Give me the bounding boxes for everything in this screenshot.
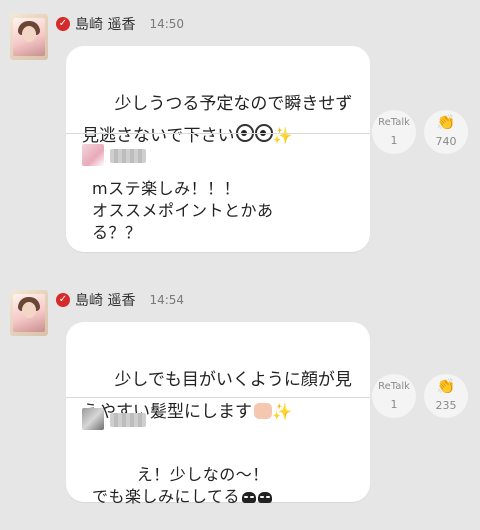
author-avatar[interactable] (10, 14, 48, 60)
message-text: 少しでも目がいくように顔が見 えやすい髪型にします ✨ (82, 370, 352, 422)
post-time: 14:50 (149, 17, 185, 31)
clap-button[interactable]: 👏 235 (424, 374, 468, 418)
retalk-button[interactable]: ReTalk 1 (372, 110, 416, 154)
face-emoji-icon (258, 492, 273, 503)
clap-count: 740 (435, 135, 457, 148)
reply-avatar (82, 144, 104, 166)
post-time: 14:54 (149, 293, 185, 307)
face-emoji-icon (242, 492, 257, 503)
sparkle-emoji-icon: ✨ (272, 402, 292, 421)
retalk-count: 1 (390, 133, 398, 147)
author-avatar[interactable] (10, 290, 48, 336)
thumbs-up-emoji-icon (254, 403, 272, 419)
clap-button[interactable]: 👏 740 (424, 110, 468, 154)
reply-text: え！少しなの〜！ でも楽しみにしてる (92, 442, 354, 530)
post-header: ✓ 島崎 遥香 14:50 (56, 12, 184, 36)
reply-username-redacted (110, 149, 146, 163)
retalk-icon: ReTalk (378, 116, 410, 128)
retalk-count: 1 (390, 397, 398, 411)
author-name[interactable]: 島崎 遥香 (75, 290, 135, 310)
reply-username-redacted (110, 413, 146, 427)
message-text: 少しうつる予定なので瞬きせず 見逃さないで下さい ✨ (82, 94, 353, 146)
reply-text: mステ楽しみ！！！ オススメポイントとかあ る？？ (92, 179, 274, 242)
verified-check-icon: ✓ (56, 293, 70, 307)
post-header: ✓ 島崎 遥香 14:54 (56, 288, 184, 312)
author-name[interactable]: 島崎 遥香 (75, 14, 135, 34)
reply-avatar (82, 408, 104, 430)
message-bubble: 少しうつる予定なので瞬きせず 見逃さないで下さい ✨ mステ楽しみ！！！ オススメポ… (66, 46, 370, 252)
clap-count: 235 (435, 399, 457, 412)
clap-icon: 👏 (436, 377, 456, 395)
divider (66, 397, 370, 398)
retalk-button[interactable]: ReTalk 1 (372, 374, 416, 418)
sparkle-emoji-icon: ✨ (272, 126, 293, 145)
verified-check-icon: ✓ (56, 17, 70, 31)
clap-icon: 👏 (436, 113, 456, 131)
retalk-icon: ReTalk (378, 380, 410, 392)
message-bubble: 少しでも目がいくように顔が見 えやすい髪型にします ✨ え！少しなの〜！ でも楽しみ… (66, 322, 370, 506)
divider (66, 133, 370, 134)
